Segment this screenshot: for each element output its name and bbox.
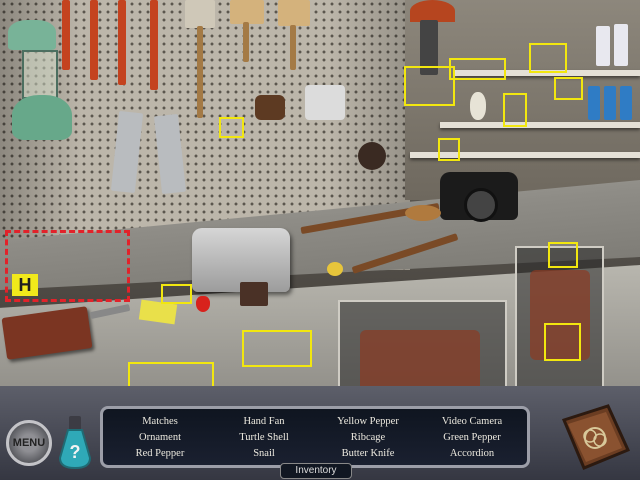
hanging-tool[interactable] — [62, 0, 70, 70]
bottle[interactable] — [614, 24, 628, 66]
found-object-highlight[interactable] — [404, 66, 455, 106]
hanging-tool[interactable] — [150, 0, 158, 90]
found-object-highlight[interactable] — [554, 77, 583, 100]
paddle-handle[interactable] — [243, 22, 249, 62]
middle-shelf — [440, 122, 640, 128]
list-item[interactable]: Ornament — [108, 430, 212, 446]
list-item[interactable]: Hand Fan — [212, 414, 316, 430]
bottle[interactable] — [604, 86, 616, 120]
axe-handle[interactable] — [197, 26, 203, 118]
paddle-handle[interactable] — [290, 25, 296, 70]
snowman-figurine[interactable] — [470, 92, 486, 120]
bottle[interactable] — [588, 86, 600, 120]
found-object-highlight[interactable] — [161, 284, 192, 304]
found-object-highlight[interactable] — [449, 58, 506, 80]
list-item[interactable]: Turtle Shell — [212, 430, 316, 446]
axe-head[interactable] — [185, 0, 215, 28]
list-item[interactable]: Ribcage — [316, 430, 420, 446]
found-object-highlight[interactable] — [219, 117, 244, 138]
small-box[interactable] — [240, 282, 268, 306]
menu-button[interactable]: MENU — [6, 420, 52, 466]
red-pepper[interactable] — [196, 296, 210, 312]
list-item[interactable]: Yellow Pepper — [316, 414, 420, 430]
list-item[interactable]: Accordion — [420, 446, 524, 462]
inventory-tab[interactable]: Inventory — [280, 463, 352, 479]
metal-bucket[interactable] — [305, 85, 345, 120]
found-object-highlight[interactable] — [544, 323, 581, 361]
list-item[interactable]: Video Camera — [420, 414, 524, 430]
bottle[interactable] — [620, 86, 632, 120]
yellow-pepper[interactable] — [327, 262, 343, 276]
svg-text:?: ? — [70, 442, 81, 462]
tool-box[interactable] — [255, 95, 285, 120]
lantern[interactable] — [8, 20, 56, 50]
journal-book-icon[interactable] — [556, 400, 634, 476]
list-item[interactable]: Snail — [212, 446, 316, 462]
list-item[interactable]: Red Pepper — [108, 446, 212, 462]
list-item[interactable]: Butter Knife — [316, 446, 420, 462]
paddle[interactable] — [278, 0, 310, 26]
lamp-shade[interactable] — [410, 0, 455, 22]
list-item[interactable]: Matches — [108, 414, 212, 430]
hanging-tool[interactable] — [118, 0, 126, 85]
hidden-item-list: Matches Hand Fan Yellow Pepper Video Cam… — [108, 414, 524, 462]
found-object-highlight[interactable] — [529, 43, 567, 73]
found-object-highlight[interactable] — [503, 93, 527, 127]
bottle[interactable] — [596, 26, 610, 66]
found-object-highlight[interactable] — [548, 242, 578, 268]
frying-pan[interactable] — [358, 142, 386, 170]
wooden-bowl[interactable] — [405, 205, 441, 221]
hanging-tool[interactable] — [90, 0, 98, 80]
hidden-object-scene[interactable]: H — [0, 0, 640, 408]
found-object-highlight[interactable] — [438, 138, 460, 161]
lantern-base[interactable] — [12, 95, 72, 140]
hint-letter-badge: H — [12, 274, 38, 296]
hint-potion-icon[interactable]: ? — [56, 414, 94, 472]
paddle[interactable] — [230, 0, 264, 24]
phone-dial[interactable] — [464, 188, 498, 222]
list-item[interactable]: Green Pepper — [420, 430, 524, 446]
lantern-glass — [22, 50, 58, 99]
found-object-highlight[interactable] — [242, 330, 312, 367]
